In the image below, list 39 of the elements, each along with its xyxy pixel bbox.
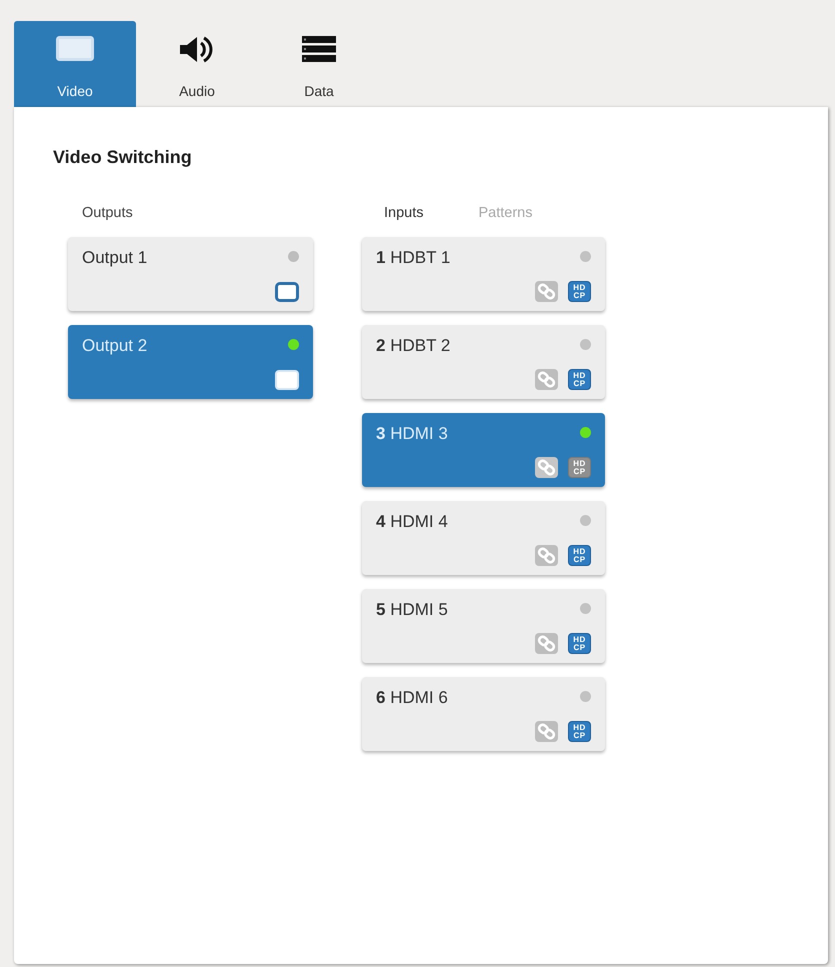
column-heading: Outputs [82,204,133,222]
input-label: 3 HDMI 3 [376,423,448,445]
output-card[interactable]: Output 1 [68,237,313,311]
input-card[interactable]: 5 HDMI 5 HD CP [362,589,605,663]
link-icon [535,633,558,654]
hdcp-badge: HD CP [568,281,591,302]
hdcp-badge: HD CP [568,721,591,742]
input-label: 6 HDMI 6 [376,687,448,709]
input-label: 1 HDBT 1 [376,247,450,269]
link-icon [535,281,558,302]
hdcp-badge: HD CP [568,457,591,478]
hdcp-badge: HD CP [568,545,591,566]
monitor-icon [275,370,299,390]
hdcp-badge: HD CP [568,369,591,390]
link-icon [535,721,558,742]
server-stack-icon [302,36,336,62]
monitor-icon [56,36,94,61]
link-icon [535,457,558,478]
category-tab[interactable]: Data [258,21,380,107]
link-icon [535,545,558,566]
input-label: 2 HDBT 2 [376,335,450,357]
input-card[interactable]: 3 HDMI 3 HD CP [362,413,605,487]
hdcp-badge: HD CP [568,633,591,654]
monitor-icon [275,282,299,302]
output-label: Output 1 [82,247,148,269]
link-icon [535,369,558,390]
source-tab[interactable]: Inputs [384,204,424,222]
input-card[interactable]: 2 HDBT 2 HD CP [362,325,605,399]
input-card[interactable]: 6 HDMI 6 HD CP [362,677,605,751]
input-label: 5 HDMI 5 [376,599,448,621]
category-tab[interactable]: Audio [136,21,258,107]
output-card[interactable]: Output 2 [68,325,313,399]
speaker-icon [179,36,215,63]
input-card[interactable]: 1 HDBT 1 HD CP [362,237,605,311]
section-title: Video Switching [53,147,192,167]
category-tab[interactable]: Video [14,21,136,107]
input-card[interactable]: 4 HDMI 4 HD CP [362,501,605,575]
output-label: Output 2 [82,335,148,357]
input-label: 4 HDMI 4 [376,511,448,533]
